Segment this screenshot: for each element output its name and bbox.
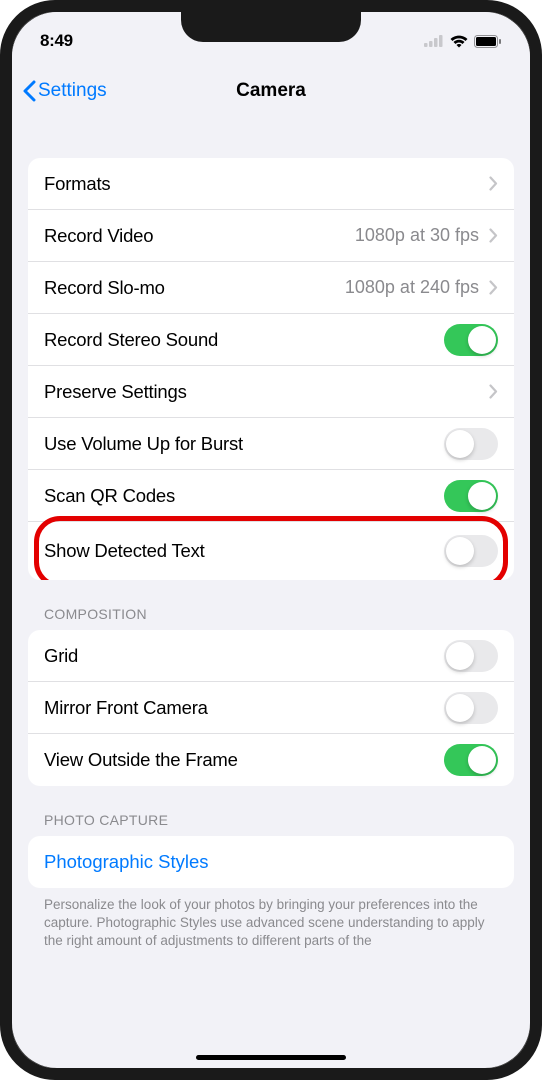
cellular-icon [424,35,444,47]
chevron-right-icon [489,176,498,191]
row-photographic-styles[interactable]: Photographic Styles [28,836,514,888]
settings-group-photo-capture: Photographic Styles [28,836,514,888]
nav-bar: Settings Camera [12,62,530,120]
screen: 8:49 Settings Camera Formats [12,12,530,1068]
row-preserve-settings[interactable]: Preserve Settings [28,366,514,418]
toggle-scan-qr[interactable] [444,480,498,512]
toggle-grid[interactable] [444,640,498,672]
row-label: Record Stereo Sound [44,329,218,351]
section-header-photo-capture: PHOTO CAPTURE [28,786,514,836]
chevron-right-icon [489,228,498,243]
row-volume-burst: Use Volume Up for Burst [28,418,514,470]
row-record-video[interactable]: Record Video 1080p at 30 fps [28,210,514,262]
toggle-show-detected-text[interactable] [444,535,498,567]
row-scan-qr: Scan QR Codes [28,470,514,522]
row-label: Show Detected Text [44,540,205,562]
back-button[interactable]: Settings [22,80,107,102]
toggle-stereo-sound[interactable] [444,324,498,356]
toggle-volume-burst[interactable] [444,428,498,460]
row-label: Grid [44,645,78,667]
row-outside-frame: View Outside the Frame [28,734,514,786]
status-indicators [424,35,502,48]
row-mirror-front: Mirror Front Camera [28,682,514,734]
row-formats[interactable]: Formats [28,158,514,210]
row-record-slomo[interactable]: Record Slo-mo 1080p at 240 fps [28,262,514,314]
row-label: Mirror Front Camera [44,697,208,719]
section-footer-text: Personalize the look of your photos by b… [28,888,514,951]
row-stereo-sound: Record Stereo Sound [28,314,514,366]
home-indicator[interactable] [196,1055,346,1060]
wifi-icon [450,35,468,48]
row-label: Use Volume Up for Burst [44,433,243,455]
content: Formats Record Video 1080p at 30 fps R [12,120,530,951]
page-title: Camera [236,80,306,102]
chevron-right-icon [489,384,498,399]
status-time: 8:49 [40,31,73,51]
section-header-composition: COMPOSITION [28,580,514,630]
toggle-outside-frame[interactable] [444,744,498,776]
row-label: Formats [44,173,110,195]
back-label: Settings [38,80,107,102]
chevron-right-icon [489,280,498,295]
row-label: Record Video [44,225,153,247]
settings-group-main: Formats Record Video 1080p at 30 fps R [28,158,514,580]
row-label: Preserve Settings [44,381,187,403]
chevron-left-icon [22,80,36,102]
row-label: Scan QR Codes [44,485,175,507]
row-show-detected-text: Show Detected Text [28,522,514,580]
row-value: 1080p at 240 fps [345,277,479,298]
battery-icon [474,35,502,48]
row-label: View Outside the Frame [44,749,238,771]
toggle-mirror-front[interactable] [444,692,498,724]
settings-group-composition: Grid Mirror Front Camera View Outside th… [28,630,514,786]
row-value: 1080p at 30 fps [355,225,479,246]
row-grid: Grid [28,630,514,682]
row-label: Record Slo-mo [44,277,165,299]
row-label: Photographic Styles [44,851,209,873]
